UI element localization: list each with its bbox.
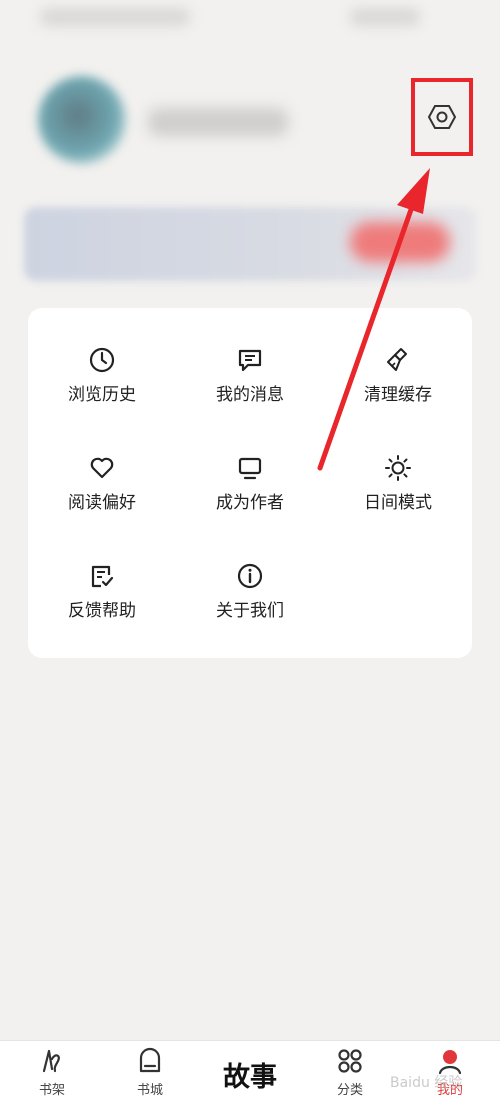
menu-item-label: 阅读偏好	[68, 493, 136, 513]
status-bar	[0, 0, 500, 40]
tab-label: 书架	[38, 1083, 65, 1098]
watermark: Baidu 经验	[390, 1075, 463, 1091]
menu-item-history[interactable]: 浏览历史	[28, 308, 176, 408]
menu-item-clear-cache[interactable]: 清理缓存	[324, 308, 472, 408]
banner-button-blurred[interactable]	[350, 222, 450, 262]
menu-item-label: 反馈帮助	[68, 601, 136, 621]
settings-hexagon-icon	[427, 105, 457, 129]
feedback-icon	[88, 562, 116, 590]
menu-item-label: 成为作者	[216, 493, 284, 513]
sun-icon	[384, 454, 412, 482]
bookstore-icon	[136, 1047, 164, 1075]
avatar[interactable]	[38, 76, 126, 164]
username-blurred	[148, 108, 288, 136]
menu-item-label: 关于我们	[216, 601, 284, 621]
heart-icon	[88, 454, 116, 482]
menu-item-messages[interactable]: 我的消息	[176, 308, 324, 408]
bookshelf-icon	[38, 1047, 66, 1075]
info-icon	[236, 562, 264, 590]
clock-icon	[88, 346, 116, 374]
settings-button[interactable]	[411, 78, 473, 156]
menu-item-become-author[interactable]: 成为作者	[176, 416, 324, 516]
menu-item-label: 我的消息	[216, 385, 284, 405]
menu-grid: 浏览历史 我的消息 清理缓存 阅读偏好 成为作者 日间模式 反馈帮助 关于我们	[28, 308, 472, 658]
menu-item-about-us[interactable]: 关于我们	[176, 524, 324, 624]
tab-story[interactable]: 故事	[210, 1055, 290, 1094]
monitor-icon	[236, 454, 264, 482]
menu-item-feedback[interactable]: 反馈帮助	[28, 524, 176, 624]
menu-item-label: 日间模式	[364, 493, 432, 513]
tab-label: 分类	[336, 1083, 363, 1098]
menu-item-day-mode[interactable]: 日间模式	[324, 416, 472, 516]
tab-category[interactable]: 分类	[310, 1047, 390, 1107]
status-left-blur	[40, 8, 190, 26]
status-right-blur	[350, 8, 420, 26]
menu-item-reading-preference[interactable]: 阅读偏好	[28, 416, 176, 516]
tab-bookstore[interactable]: 书城	[110, 1047, 190, 1107]
message-icon	[236, 346, 264, 374]
tab-label: 书城	[136, 1083, 163, 1098]
broom-icon	[384, 346, 412, 374]
menu-item-label: 浏览历史	[68, 385, 136, 405]
profile-icon	[436, 1047, 464, 1075]
category-icon	[336, 1047, 364, 1075]
tab-bookshelf[interactable]: 书架	[12, 1047, 92, 1107]
menu-item-label: 清理缓存	[364, 385, 432, 405]
